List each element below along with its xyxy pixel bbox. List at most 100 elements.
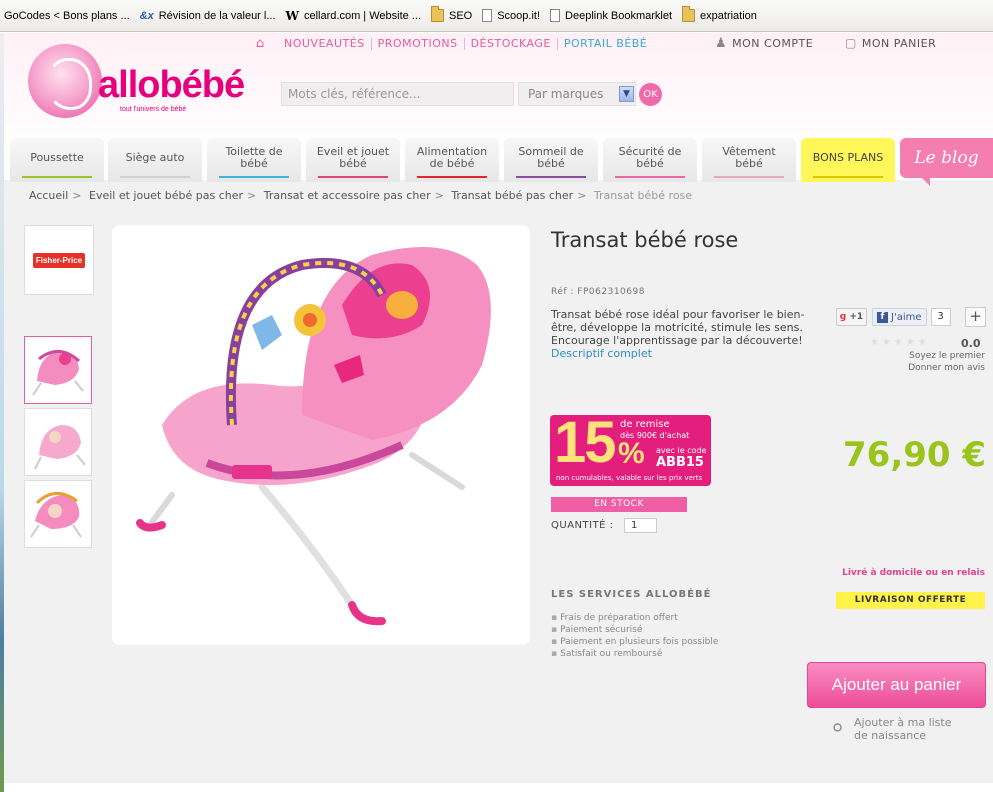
tab-underline [318, 176, 388, 178]
tab-toilette[interactable]: Toilette de bébé [207, 138, 301, 182]
product-description: Transat bébé rose idéal pour favoriser l… [551, 308, 821, 360]
product-price: 76,90 € [843, 435, 987, 475]
list-item: Paiement sécurisé [551, 624, 718, 636]
tab-eveil[interactable]: Eveil et jouet bébé [306, 138, 400, 182]
product-reference: Réf : FP062310698 [551, 287, 645, 297]
wishlist-line: Ajouter à ma liste [854, 716, 952, 729]
promo-conditions: non cumulables, valable sur les prix ver… [556, 474, 703, 482]
tab-siege-auto[interactable]: Siège auto [108, 138, 202, 182]
tab-alimentation[interactable]: Alimentation de bébé [405, 138, 499, 182]
site-logo[interactable]: allobébé tout l'univers de bébé [28, 44, 245, 122]
description-text: Transat bébé rose idéal pour favoriser l… [551, 308, 805, 334]
tab-label: Sécurité de bébé [618, 145, 682, 170]
page-icon [550, 9, 561, 22]
tab-underline [120, 176, 190, 178]
facebook-like-label: J'aime [891, 311, 922, 323]
stock-status-badge: EN STOCK [551, 497, 687, 512]
tab-underline [417, 176, 487, 178]
add-to-birth-list-link[interactable]: ⚪ Ajouter à ma liste de naissance [828, 716, 952, 742]
bookmark-item[interactable]: GoCodes < Bons plans ... [0, 0, 136, 31]
services-list: Frais de préparation offert Paiement séc… [551, 612, 718, 660]
cart-label: MON PANIER [861, 36, 937, 50]
list-item: Frais de préparation offert [551, 612, 718, 624]
product-thumbnail[interactable] [24, 336, 92, 404]
product-thumbnail[interactable] [24, 408, 92, 476]
breadcrumb-current: Transat bébé rose [593, 189, 693, 202]
list-item: Paiement en plusieurs fois possible [551, 636, 718, 648]
account-link[interactable]: ♟ MON COMPTE [715, 36, 813, 51]
product-title: Transat bébé rose [551, 228, 739, 252]
page-icon [482, 9, 493, 22]
tab-underline [22, 176, 92, 178]
chevron-down-icon: ▼ [619, 86, 634, 102]
tab-securite[interactable]: Sécurité de bébé [603, 138, 697, 182]
google-plus-button[interactable]: g +1 [836, 308, 867, 326]
bookmark-label: Scoop.it! [497, 9, 541, 22]
bookmark-folder[interactable]: SEO [427, 0, 478, 31]
rating-stars[interactable]: ★★★★★ [870, 337, 930, 348]
blog-button[interactable]: Le blog [900, 138, 993, 186]
nav-link-promotions[interactable]: PROMOTIONS [372, 38, 465, 50]
more-share-button[interactable]: + [965, 307, 986, 327]
bookmark-folder[interactable]: expatriation [678, 0, 763, 31]
nav-link-nouveautes[interactable]: NOUVEAUTÉS [278, 38, 372, 50]
search-ok-button[interactable]: OK [639, 83, 662, 106]
nav-link-portail-bebe[interactable]: PORTAIL BÉBÉ [558, 38, 653, 50]
breadcrumb-link[interactable]: Eveil et jouet bébé pas cher [89, 189, 243, 202]
search-input[interactable]: Mots clés, référence... [281, 82, 514, 106]
bookmark-item[interactable]: &x Révision de la valeur l... [136, 0, 282, 31]
product-main-image[interactable] [112, 225, 530, 645]
tab-bons-plans[interactable]: BONS PLANS [801, 138, 895, 182]
logo-mark [28, 44, 102, 118]
home-icon[interactable]: ⌂ [256, 37, 270, 50]
facebook-like-button[interactable]: f J'aime [872, 308, 927, 326]
nav-link-destockage[interactable]: DÉSTOCKAGE [465, 38, 558, 50]
tab-underline [813, 176, 883, 178]
product-thumbnail[interactable] [24, 480, 92, 548]
breadcrumb: Accueil > Eveil et jouet bébé pas cher > T… [29, 189, 693, 202]
tab-underline [516, 176, 586, 178]
quantity-input[interactable]: 1 [624, 518, 657, 533]
logo-tagline: tout l'univers de bébé [120, 106, 187, 113]
bookmark-label: expatriation [700, 9, 757, 22]
wishlist-line: de naissance [854, 729, 927, 742]
write-review-link[interactable]: Donner mon avis [908, 363, 985, 373]
breadcrumb-link[interactable]: Transat et accessoire pas cher [264, 189, 431, 202]
bookmarks-bar: GoCodes < Bons plans ... &x Révision de l… [0, 0, 993, 32]
tab-sommeil[interactable]: Sommeil de bébé [504, 138, 598, 182]
promo-text: avec le code [656, 446, 707, 455]
tab-vetement[interactable]: Vêtement bébé [702, 138, 796, 182]
pink-bouncer-image [136, 247, 491, 626]
delivery-info: Livré à domicile ou en relais [842, 568, 985, 578]
tab-label: Eveil et jouet bébé [316, 145, 390, 170]
description-text-2: Encourage l'apprentissage par la découve… [551, 334, 803, 347]
tab-label: Siège auto [125, 151, 185, 164]
promo-banner[interactable]: 15 % de remise dès 900€ d'achat avec le … [550, 415, 711, 486]
rating-value: 0.0 [961, 337, 981, 350]
bookmark-item[interactable]: Deeplink Bookmarklet [546, 0, 678, 31]
tab-poussette[interactable]: Poussette [10, 138, 104, 182]
bookmark-label: Deeplink Bookmarklet [565, 9, 673, 22]
breadcrumb-link[interactable]: Accueil [29, 189, 68, 202]
account-label: MON COMPTE [732, 37, 814, 50]
bookmark-label: cellard.com | Website ... [304, 9, 421, 22]
user-icon: ♟ [715, 36, 728, 51]
bouncer-thumbnail-image [34, 425, 86, 470]
full-description-link[interactable]: Descriptif complet [551, 347, 652, 360]
brand-logo-box[interactable]: Fisher-Price [24, 225, 94, 295]
brand-select[interactable]: Par marques ▼ [518, 82, 636, 106]
bouncer-thumbnail-image [30, 492, 82, 538]
tab-label: Vêtement bébé [722, 145, 776, 170]
add-to-cart-button[interactable]: Ajouter au panier [807, 662, 986, 708]
cart-link[interactable]: ▢ MON PANIER [845, 36, 936, 50]
pacifier-icon: ⚪ [829, 718, 846, 739]
tab-label: Alimentation de bébé [416, 145, 488, 170]
basket-icon: ▢ [845, 36, 857, 50]
bookmark-item[interactable]: Wcellard.com | Website ... [282, 0, 427, 31]
bookmark-item[interactable]: Scoop.it! [478, 0, 546, 31]
tab-underline [714, 176, 784, 178]
breadcrumb-link[interactable]: Transat bébé pas cher [451, 189, 573, 202]
promo-text: de remise [620, 419, 670, 430]
services-title: LES SERVICES ALLOBÉBÉ [551, 589, 712, 600]
facebook-icon: f [877, 311, 888, 323]
